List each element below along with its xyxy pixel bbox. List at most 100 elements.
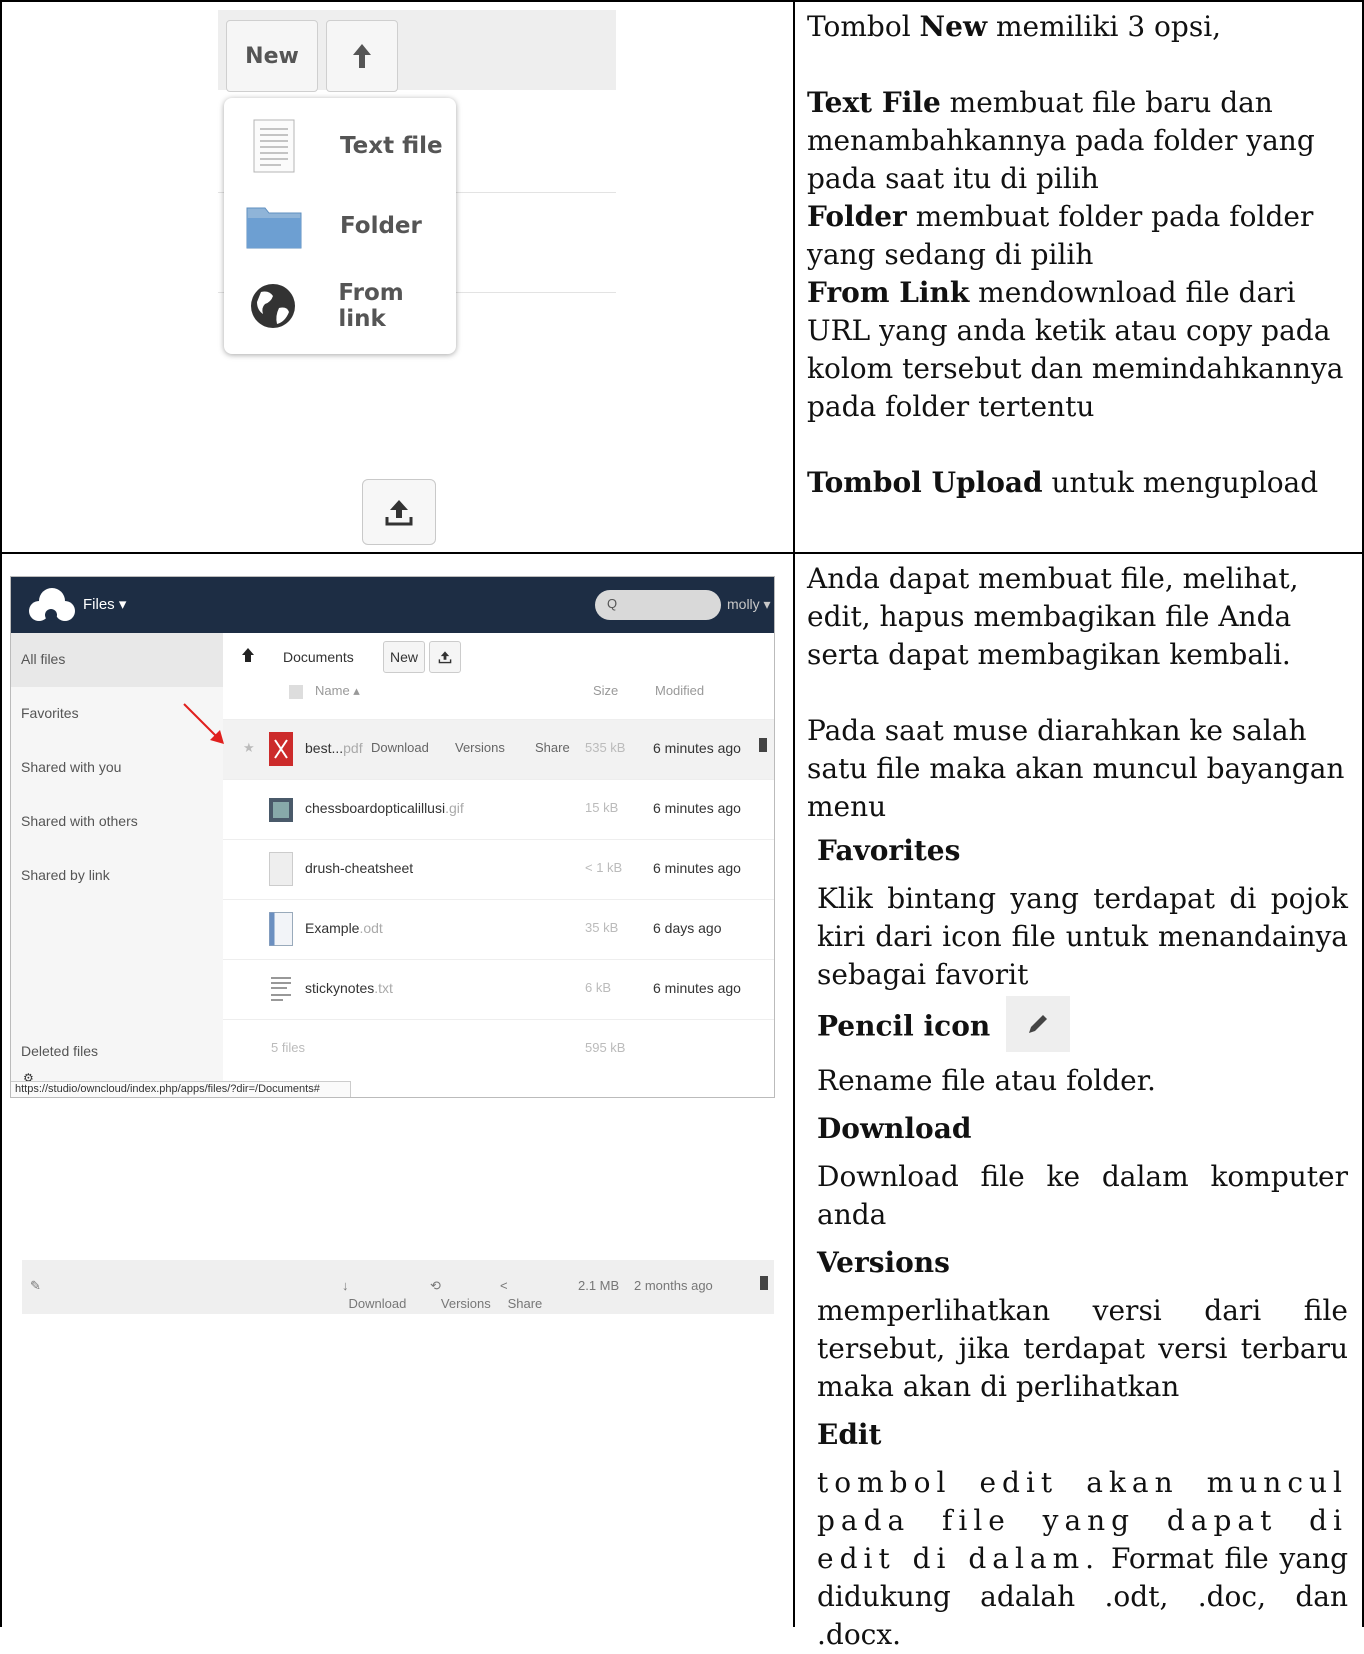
file-name[interactable]: Example.odt [305,920,383,936]
menu-item-text-file[interactable]: Text file [224,106,456,186]
versions-action[interactable]: ⟲ Versions [430,1278,491,1311]
search-icon: Q [607,596,618,611]
file-size: 535 kB [585,740,626,755]
file-icon [269,852,293,886]
share-action[interactable]: < Share [500,1278,542,1311]
upload-icon [438,651,452,664]
column-header-size[interactable]: Size [593,683,618,698]
pdf-file-icon [269,732,293,766]
pencil-icon [1006,996,1071,1052]
file-name[interactable]: best...pdf [305,740,363,756]
image-file-icon [269,798,293,822]
table-row[interactable]: chessboardopticalillusi.gif 15 kB 6 minu… [223,779,774,839]
upload-arrow-button[interactable] [326,20,398,92]
pencil-description: Rename file atau folder. [817,1064,1156,1097]
new-dropdown-menu: Text file Folder From link [224,98,456,354]
share-action[interactable]: Share [535,740,570,755]
column-header-modified[interactable]: Modified [655,683,704,698]
row2-text-cell: Anda dapat membuat file, melihat, edit, … [795,552,1364,1651]
action-strip-screenshot: ✎ ↓ Download ⟲ Versions < Share 2.1 MB 2 mo… [22,1260,774,1314]
owncloud-screenshot: Files ▾ Q molly ▾ All files Favorites Sh… [10,576,775,1098]
table-row[interactable]: ★ best...pdf Download Versions Share 535… [223,719,774,779]
summary-row: 5 files 595 kB [223,1019,774,1079]
sidebar-item-all-files[interactable]: All files [11,633,223,687]
hover-paragraph: Pada saat muse diarahkan ke salah satu f… [807,714,1345,823]
favorites-heading: Favorites [817,834,961,867]
text-file-paragraph: Text File membuat file baru dan menambah… [807,86,1315,195]
document-table: New Text file Folder From link Tombol Ne… [0,0,1364,1651]
text-file-icon [244,116,304,176]
file-modified: 6 days ago [653,920,722,936]
file-name[interactable]: drush-cheatsheet [305,860,413,876]
download-action[interactable]: ↓ Download [342,1278,406,1311]
menu-item-label: Folder [340,213,422,239]
pencil-heading: Pencil icon [817,1009,991,1043]
row1-text-cell: Tombol New memiliki 3 opsi, Text File me… [795,0,1364,552]
star-icon[interactable]: ★ [243,740,255,756]
versions-description: memperlihatkan versi dari file tersebut,… [817,1294,1348,1403]
globe-icon [244,276,302,336]
menu-item-label: From link [338,280,404,332]
total-size: 595 kB [585,1040,626,1055]
intro-paragraph: Tombol New memiliki 3 opsi, [807,10,1222,43]
app-menu[interactable]: Files ▾ [83,595,126,613]
sidebar-item-shared-by-link[interactable]: Shared by link [11,849,223,903]
pencil-icon[interactable]: ✎ [30,1278,41,1294]
red-arrow-annotation [183,703,224,744]
download-heading: Download [817,1112,972,1145]
menu-item-from-link[interactable]: From link [224,266,456,346]
arrow-up-icon [353,44,371,68]
file-modified: 6 minutes ago [653,800,741,816]
column-header-name[interactable]: Name ▴ [315,683,360,699]
table-row[interactable]: drush-cheatsheet < 1 kB 6 minutes ago [223,839,774,899]
file-modified: 6 minutes ago [653,860,741,876]
versions-action[interactable]: Versions [455,740,505,755]
file-count: 5 files [271,1040,305,1055]
download-description: Download file ke dalam komputer anda [817,1160,1348,1231]
upload-button[interactable] [362,479,436,545]
new-menu-screenshot: New Text file Folder From link [218,10,616,354]
header-bar: Files ▾ Q molly ▾ [11,577,774,633]
sidebar-item-deleted-files[interactable]: Deleted files [11,1025,223,1079]
edit-heading: Edit [817,1418,882,1451]
download-action[interactable]: Download [371,740,429,755]
document-file-icon [269,912,293,946]
sidebar-item-shared-with-others[interactable]: Shared with others [11,795,223,849]
file-modified: 2 months ago [634,1278,713,1293]
upload-paragraph: Tombol Upload untuk mengupload [807,466,1319,499]
search-field[interactable]: Q [595,590,721,620]
upload-icon [385,500,413,526]
new-button[interactable]: New [226,20,318,92]
versions-heading: Versions [817,1246,950,1279]
text-file-icon [271,977,291,1001]
file-size: 15 kB [585,800,619,815]
file-size: 35 kB [585,920,619,935]
breadcrumb-documents[interactable]: Documents [283,649,354,665]
file-list-area: Documents New Name ▴ Size Modified ★ bes… [223,633,774,1097]
favorites-description: Klik bintang yang terdapat di pojok kiri… [817,882,1348,991]
select-all-checkbox[interactable] [289,685,303,699]
menu-item-label: Text file [340,133,443,159]
overview-paragraph: Anda dapat membuat file, melihat, edit, … [807,562,1299,671]
file-size: 6 kB [585,980,612,995]
trash-icon[interactable] [760,1276,768,1290]
file-size: 2.1 MB [578,1278,620,1293]
user-menu[interactable]: molly ▾ [727,596,771,613]
table-row[interactable]: stickynotes.txt 6 kB 6 minutes ago [223,959,774,1019]
menu-item-folder[interactable]: Folder [224,186,456,266]
breadcrumb: Documents New [223,633,774,681]
folder-paragraph: Folder membuat folder pada folder yang s… [807,200,1314,271]
table-row[interactable]: Example.odt 35 kB 6 days ago [223,899,774,959]
file-name[interactable]: stickynotes.txt [305,980,393,996]
edit-description: tombol edit akan muncul pada file yang d… [817,1466,1348,1651]
upload-button[interactable] [429,641,461,673]
new-button[interactable]: New [383,641,425,673]
folder-icon [244,196,304,256]
owncloud-logo-icon [29,588,75,621]
file-modified: 6 minutes ago [653,740,741,756]
file-name[interactable]: chessboardopticalillusi.gif [305,800,464,816]
status-url: https://studio/owncloud/index.php/apps/f… [11,1081,351,1097]
home-icon[interactable] [241,647,255,663]
from-link-paragraph: From Link mendownload file dari URL yang… [807,276,1344,423]
trash-icon[interactable] [759,738,767,752]
